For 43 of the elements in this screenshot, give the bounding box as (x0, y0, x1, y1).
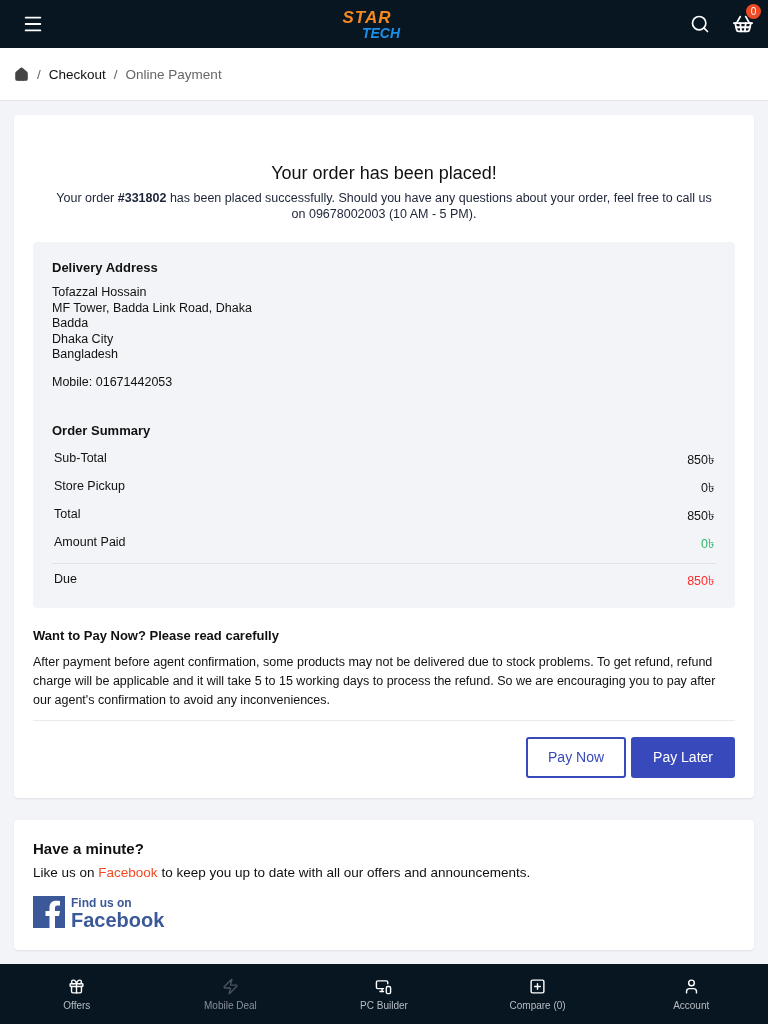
summary-amount: 0৳ (701, 479, 714, 497)
social-text: Like us on Facebook to keep you up to date with all our offers and announcements. (33, 864, 532, 880)
section-heading: Order Summary (52, 422, 152, 438)
address-line: Badda (52, 316, 90, 332)
notice-heading: Want to Pay Now? Please read carefully (33, 627, 280, 643)
nav-tab[interactable]: Offers (0, 964, 154, 1024)
breadcrumb-separator: / (37, 66, 41, 82)
nav-tab[interactable]: Account (614, 964, 768, 1024)
home-icon[interactable] (14, 66, 29, 82)
address-line: Dhaka City (52, 331, 115, 347)
badge-text[interactable]: Find us on (71, 895, 165, 910)
summary-label: Amount Paid (54, 534, 126, 551)
breadcrumb-link[interactable]: Online Payment (125, 66, 222, 82)
confirmation-message: Your order #331802 has been placed successfully. Should you have any questions about your order, feel free to call us on 09678002003 (10 AM - 5 PM). (55, 190, 713, 222)
nav-tab[interactable]: Compare (0) (460, 964, 615, 1024)
notice-text: After payment before agent confirmation, some products may not be delivered due to stock problems. To get refund, refund charge will be applicable and it will take 5 to 15 working days to process the refund. So we are encouraging you to pay after our agent's confirmation to avoid any inconveniences. (33, 652, 735, 721)
pay-later-button[interactable]: Pay Later (631, 736, 735, 778)
address-line: MF Tower, Badda Link Road, Dhaka (52, 300, 253, 316)
search-icon[interactable] (690, 14, 710, 34)
address-line: Bangladesh (52, 347, 120, 363)
summary-label: Sub-Total (54, 450, 107, 467)
summary-amount: 850৳ (687, 572, 714, 590)
summary-amount: 850৳ (687, 451, 714, 469)
confirmation-title: Your order has been placed! (270, 163, 498, 184)
basket-icon[interactable] (732, 13, 754, 35)
section-heading: Delivery Address (52, 260, 159, 275)
nav-tab[interactable]: PC Builder (307, 964, 461, 1024)
mobile-number: Mobile: 01671442053 (52, 374, 174, 389)
badge-text[interactable]: Facebook (71, 909, 165, 930)
facebook-icon[interactable] (33, 895, 65, 928)
pay-now-button[interactable]: Pay Now (526, 736, 627, 778)
summary-label: Due (54, 571, 77, 588)
facebook-link[interactable]: Facebook (98, 864, 158, 880)
summary-label: Total (54, 506, 81, 523)
address-line: Tofazzal Hossain (52, 285, 148, 301)
social-heading: Have a minute? (33, 839, 145, 857)
summary-amount: 0৳ (701, 535, 714, 553)
breadcrumb-link[interactable]: Checkout (48, 66, 106, 82)
breadcrumb-separator: / (113, 66, 118, 82)
summary-amount: 850৳ (687, 507, 714, 525)
logo[interactable]: STAR TECH (333, 8, 401, 40)
cart-count-badge: 0 (746, 4, 761, 19)
summary-label: Store Pickup (54, 478, 125, 495)
